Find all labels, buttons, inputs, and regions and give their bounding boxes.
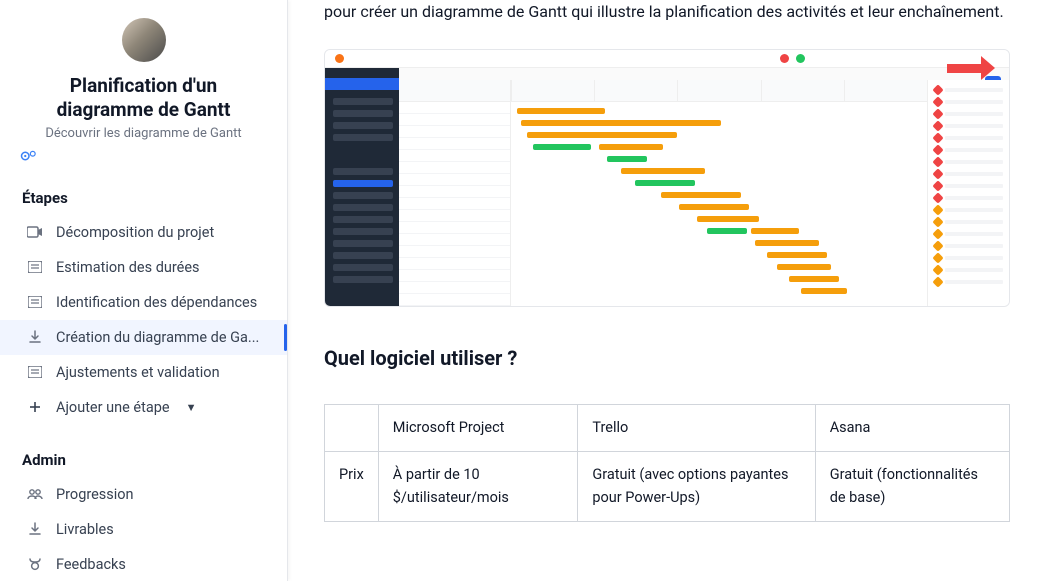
list-icon [26,366,44,378]
add-step-button[interactable]: Ajouter une étape ▼ [0,390,287,425]
step-label: Identification des dépendances [56,294,257,311]
admin-section-label: Admin [0,425,287,477]
admin-deliverables[interactable]: Livrables [0,512,287,547]
step-adjustments[interactable]: Ajustements et validation [0,355,287,390]
admin-label: Progression [56,486,134,503]
project-subtitle: Découvrir les diagramme de Gantt [20,126,267,141]
settings-button[interactable] [20,149,267,163]
table-cell: Gratuit (fonctionnalités de base) [815,452,1009,522]
main-content: pour créer un diagramme de Gantt qui ill… [288,0,1038,581]
taurus-icon [26,557,44,571]
list-icon [26,261,44,273]
admin-label: Livrables [56,521,114,538]
steps-list: Décomposition du projet Estimation des d… [0,215,287,425]
gantt-preview-image [324,49,1010,307]
table-col-header: Asana [815,404,1009,451]
plus-icon [26,401,44,413]
table-header-row: Microsoft Project Trello Asana [325,404,1010,451]
step-dependencies[interactable]: Identification des dépendances [0,285,287,320]
admin-progression[interactable]: Progression [0,477,287,512]
table-cell: À partir de 10 $/utilisateur/mois [378,452,578,522]
step-label: Création du diagramme de Ga... [56,329,259,346]
step-label: Estimation des durées [56,259,200,276]
step-decomposition[interactable]: Décomposition du projet [0,215,287,250]
table-row-label: Prix [325,452,379,522]
admin-label: Feedbacks [56,556,126,573]
camera-icon [26,226,44,238]
table-corner-cell [325,404,379,451]
step-estimation[interactable]: Estimation des durées [0,250,287,285]
step-creation[interactable]: Création du diagramme de Ga... [0,320,287,355]
section-heading: Quel logiciel utiliser ? [324,343,1010,374]
download-icon [26,330,44,344]
steps-section-label: Étapes [0,173,287,215]
add-step-label: Ajouter une étape [56,399,170,416]
download-icon [26,522,44,536]
project-avatar[interactable] [122,18,166,62]
sidebar-header: Planification d'un diagramme de Gantt Dé… [0,18,287,173]
table-row: Prix À partir de 10 $/utilisateur/mois G… [325,452,1010,522]
admin-list: Progression Livrables Feedbacks [0,477,287,581]
list-icon [26,296,44,308]
intro-paragraph: pour créer un diagramme de Gantt qui ill… [324,0,1010,25]
project-title: Planification d'un diagramme de Gantt [20,74,267,122]
table-col-header: Microsoft Project [378,404,578,451]
chevron-down-icon: ▼ [186,401,197,414]
table-col-header: Trello [578,404,815,451]
admin-feedbacks[interactable]: Feedbacks [0,547,287,581]
sidebar: Planification d'un diagramme de Gantt Dé… [0,0,288,581]
gear-icon [20,149,38,163]
comparison-table: Microsoft Project Trello Asana Prix À pa… [324,404,1010,522]
step-label: Décomposition du projet [56,224,214,241]
table-cell: Gratuit (avec options payantes pour Powe… [578,452,815,522]
step-label: Ajustements et validation [56,364,220,381]
people-icon [26,488,44,500]
